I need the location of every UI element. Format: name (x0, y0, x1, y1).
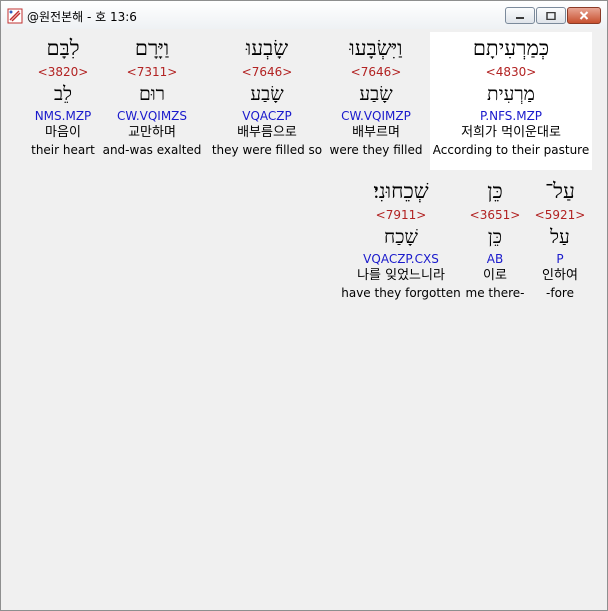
english-gloss: -fore (546, 286, 574, 300)
word-block[interactable]: וַיִּשְׂבָּעוּ <7646> שָׂבַע CW.VQIMZP 배… (316, 32, 436, 158)
english-gloss: me there- (465, 286, 525, 300)
morphology-code: P.NFS.MZP (479, 109, 543, 123)
morphology-code: AB (486, 252, 504, 266)
minimize-button[interactable] (505, 7, 535, 24)
hebrew-word: שְׁכֵחוּנִי׃ (373, 179, 429, 203)
lemma: לֵב (53, 83, 73, 105)
title-bar[interactable]: @원전본해 - 호 13:6 (1, 1, 607, 29)
english-gloss: they were filled so (211, 143, 323, 157)
korean-gloss: 배부름으로 (237, 125, 297, 140)
korean-gloss: 배부르며 (352, 125, 400, 140)
strong-number[interactable]: <4830> (430, 64, 592, 80)
hebrew-word: שָׂבְעוּ (245, 36, 289, 60)
hebrew-word: עַל־ (545, 179, 575, 203)
korean-gloss: 나를 잊었느니라 (357, 268, 445, 283)
english-gloss: According to their pasture (432, 143, 590, 157)
word-block[interactable]: וַיָּרָם <7311> רוּם CW.VQIMZS 교만하며 and-… (97, 32, 207, 158)
lemma: שָׂבַע (250, 83, 284, 105)
hebrew-word: לִבָּם (46, 36, 80, 60)
korean-gloss: 저희가 먹이운대로 (461, 125, 561, 140)
english-gloss: their heart (31, 143, 95, 157)
lemma: שָׁכַח (384, 226, 418, 248)
maximize-button[interactable] (536, 7, 566, 24)
lemma: רוּם (138, 83, 166, 105)
word-block[interactable]: לִבָּם <3820> לֵב NMS.MZP 마음이 their hear… (18, 32, 108, 158)
app-window: @원전본해 - 호 13:6 כְּמַרְעִיתָם <4830> מַרְ… (0, 0, 608, 611)
morphology-code: NMS.MZP (34, 109, 92, 123)
close-button[interactable] (567, 7, 601, 24)
korean-gloss: 인하여 (542, 268, 578, 283)
hebrew-word: וַיִּשְׂבָּעוּ (349, 36, 403, 60)
morphology-code: VQACZP.CXS (363, 252, 439, 266)
lemma: מַרְעִית (487, 83, 535, 105)
morphology-code: CW.VQIMZP (341, 109, 411, 123)
strong-number[interactable]: <3820> (18, 64, 108, 80)
maximize-icon (546, 11, 556, 20)
hebrew-word: כֵּן (487, 179, 503, 203)
lemma: עַל (550, 226, 570, 248)
interlinear-view: כְּמַרְעִיתָם <4830> מַרְעִית P.NFS.MZP … (8, 30, 600, 605)
morphology-code: VQACZP (242, 109, 292, 123)
strong-number[interactable]: <3651> (459, 207, 531, 223)
close-icon (579, 11, 589, 20)
korean-gloss: 교만하며 (128, 125, 176, 140)
strong-number[interactable]: <7311> (97, 64, 207, 80)
lemma: כֵּן (487, 226, 503, 248)
korean-gloss: 마음이 (45, 125, 81, 140)
word-block[interactable]: עַל־ <5921> עַל P 인하여 -fore (525, 175, 595, 301)
app-logo-icon (7, 8, 23, 24)
window-controls (505, 7, 601, 25)
lemma: שָׂבַע (359, 83, 393, 105)
english-gloss: were they filled (329, 143, 423, 157)
word-block[interactable]: כֵּן <3651> כֵּן AB 이로 me there- (459, 175, 531, 301)
word-block[interactable]: כְּמַרְעִיתָם <4830> מַרְעִית P.NFS.MZP … (430, 32, 592, 170)
minimize-icon (516, 16, 524, 19)
window-title: @원전본해 - 호 13:6 (27, 10, 137, 24)
word-block[interactable]: שָׂבְעוּ <7646> שָׂבַע VQACZP 배부름으로 they… (207, 32, 327, 158)
strong-number[interactable]: <7646> (316, 64, 436, 80)
hebrew-word: וַיָּרָם (134, 36, 170, 60)
strong-number[interactable]: <7646> (207, 64, 327, 80)
korean-gloss: 이로 (483, 268, 507, 283)
strong-number[interactable]: <5921> (525, 207, 595, 223)
english-gloss: and-was exalted (102, 143, 202, 157)
word-block[interactable]: שְׁכֵחוּנִי׃ <7911> שָׁכַח VQACZP.CXS 나를… (341, 175, 461, 301)
morphology-code: CW.VQIMZS (116, 109, 188, 123)
hebrew-word: כְּמַרְעִיתָם (472, 36, 550, 60)
morphology-code: P (556, 252, 564, 266)
english-gloss: have they forgotten (341, 286, 461, 300)
strong-number[interactable]: <7911> (341, 207, 461, 223)
